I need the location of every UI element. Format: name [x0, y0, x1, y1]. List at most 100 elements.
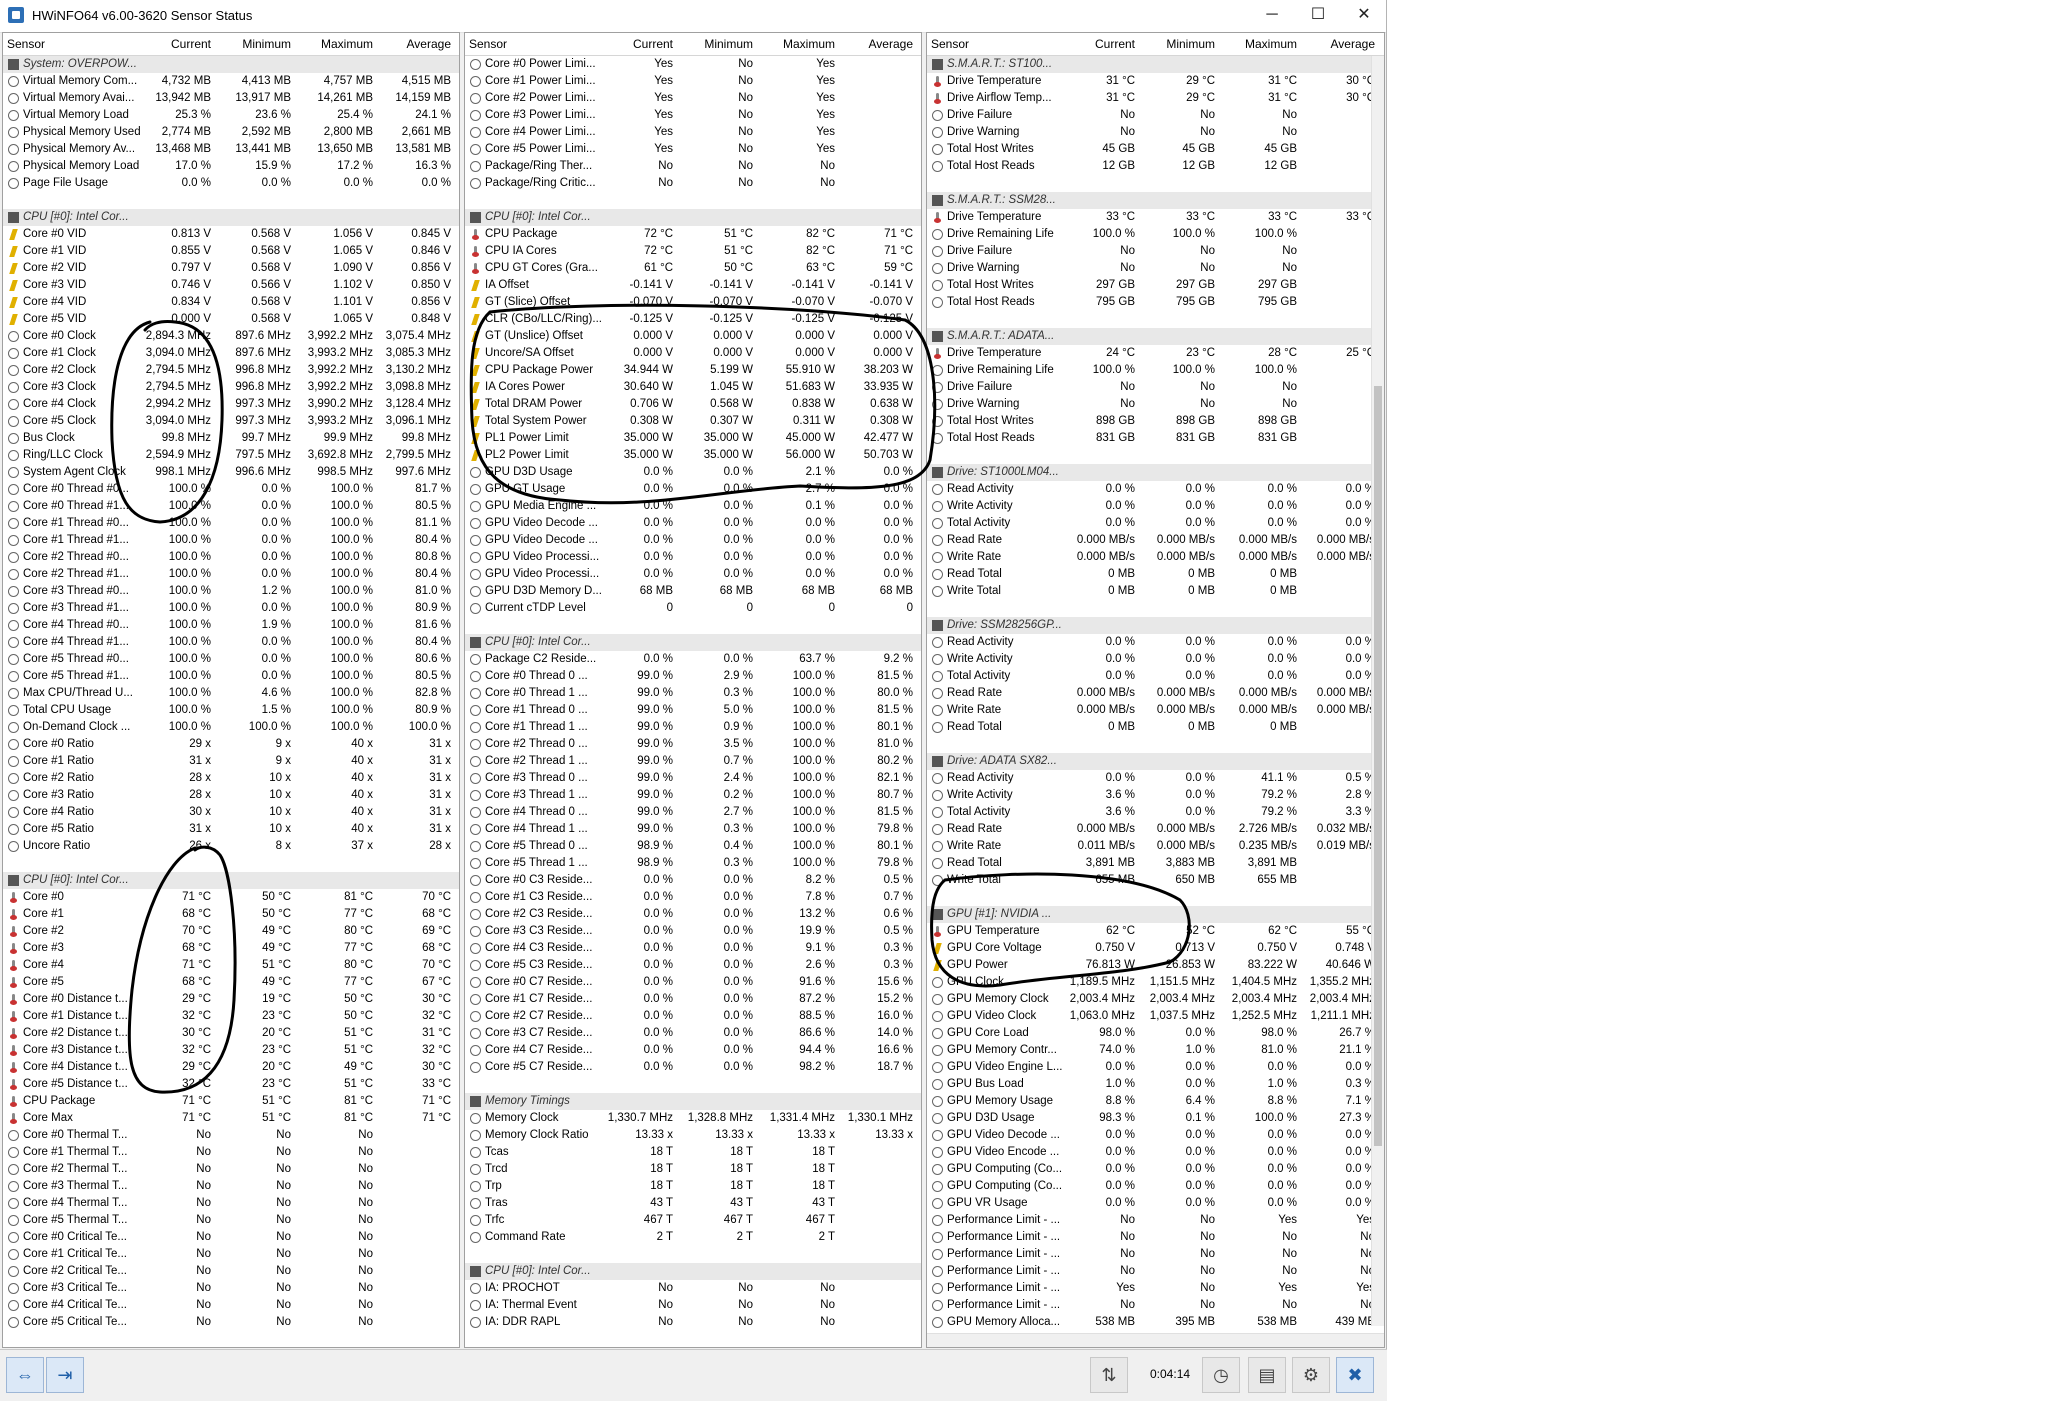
sensor-row[interactable]: Total CPU Usage 100.0 % 1.5 % 100.0 % 80.9 %	[3, 702, 459, 719]
sensor-row[interactable]: Core #3 Ratio 28 x 10 x 40 x 31 x	[3, 787, 459, 804]
sensor-row[interactable]: GPU Computing (Co... 0.0 % 0.0 % 0.0 % 0.0 %	[927, 1161, 1384, 1178]
close-window-button[interactable]: ✕	[1341, 0, 1387, 32]
sensor-row[interactable]: Core #3 Distance t... 32 °C 23 °C 51 °C 32 °…	[3, 1042, 459, 1059]
header-minimum[interactable]: Minimum	[1139, 37, 1215, 51]
sensor-row[interactable]: Core #4 Thermal T... No No No	[3, 1195, 459, 1212]
header-maximum[interactable]: Maximum	[295, 37, 373, 51]
sensor-row[interactable]: Core #2 C7 Reside... 0.0 % 0.0 % 88.5 % 16.0…	[465, 1008, 921, 1025]
sensor-row[interactable]: GPU Video Decode ... 0.0 % 0.0 % 0.0 % 0.0 %	[927, 1127, 1384, 1144]
sensor-row[interactable]: Core #2 VID 0.797 V 0.568 V 1.090 V 0.856 V	[3, 260, 459, 277]
sensor-row[interactable]: GPU Core Voltage 0.750 V 0.713 V 0.750 V 0.7…	[927, 940, 1384, 957]
sensor-row[interactable]: Core #2 Distance t... 30 °C 20 °C 51 °C 31 °…	[3, 1025, 459, 1042]
sensor-row[interactable]: CPU Package 71 °C 51 °C 81 °C 71 °C	[3, 1093, 459, 1110]
sensor-row[interactable]: Core #4 71 °C 51 °C 80 °C 70 °C	[3, 957, 459, 974]
sensor-row[interactable]: IA: PROCHOT No No No	[465, 1280, 921, 1297]
sensor-row[interactable]: Memory Clock Ratio 13.33 x 13.33 x 13.33 x1…	[465, 1127, 921, 1144]
sensor-row[interactable]: Trp 18 T 18 T 18 T	[465, 1178, 921, 1195]
sensor-row[interactable]: Read Rate 0.000 MB/s 0.000 MB/s 0.000 MB/s 0…	[927, 685, 1384, 702]
sensor-row[interactable]: Core #2 C3 Reside... 0.0 % 0.0 % 13.2 % 0.6 …	[465, 906, 921, 923]
sensor-row[interactable]: Drive Temperature 24 °C 23 °C 28 °C 25 °C	[927, 345, 1384, 362]
sensor-row[interactable]: Tcas 18 T 18 T 18 T	[465, 1144, 921, 1161]
sensor-row[interactable]: CPU Package Power 34.944 W 5.199 W 55.910 W…	[465, 362, 921, 379]
sensor-row[interactable]: Write Rate 0.011 MB/s 0.000 MB/s 0.235 MB/s…	[927, 838, 1384, 855]
sensor-row[interactable]: Core #4 Clock 2,994.2 MHz 997.3 MHz 3,990.2…	[3, 396, 459, 413]
sensor-row[interactable]: Performance Limit - ... No No No No	[927, 1263, 1384, 1280]
sensor-row[interactable]: Core #3 C3 Reside... 0.0 % 0.0 % 19.9 % 0.5 …	[465, 923, 921, 940]
header-sensor[interactable]: Sensor	[7, 37, 45, 51]
sensor-row[interactable]: Core #0 71 °C 50 °C 81 °C 70 °C	[3, 889, 459, 906]
sensor-row[interactable]: Drive Warning No No No	[927, 124, 1384, 141]
sensor-row[interactable]: Total Host Reads 795 GB 795 GB 795 GB	[927, 294, 1384, 311]
sensor-row[interactable]: Core #5 Clock 3,094.0 MHz 997.3 MHz 3,993.2…	[3, 413, 459, 430]
sensor-row[interactable]: Core #2 Clock 2,794.5 MHz 996.8 MHz 3,992.2…	[3, 362, 459, 379]
sensor-row[interactable]: IA Offset -0.141 V -0.141 V -0.141 V -0.141 …	[465, 277, 921, 294]
sensor-row[interactable]: Core #3 C7 Reside... 0.0 % 0.0 % 86.6 % 14.0…	[465, 1025, 921, 1042]
sensor-row[interactable]: Core #0 Thermal T... No No No	[3, 1127, 459, 1144]
nav-collapse-button[interactable]: ⇥	[46, 1357, 84, 1393]
sensor-row[interactable]: Package/Ring Ther... No No No	[465, 158, 921, 175]
header-maximum[interactable]: Maximum	[757, 37, 835, 51]
clock-reset-icon[interactable]: ◷	[1202, 1357, 1240, 1393]
sensor-row[interactable]: GPU Power 76.813 W 26.853 W 83.222 W 40.646 …	[927, 957, 1384, 974]
sensor-row[interactable]: Core #0 VID 0.813 V 0.568 V 1.056 V 0.845 V	[3, 226, 459, 243]
sensor-row[interactable]: Performance Limit - ... No No No No	[927, 1297, 1384, 1314]
sensor-row[interactable]: Drive Failure No No No	[927, 243, 1384, 260]
sensor-row[interactable]: Core #3 VID 0.746 V 0.566 V 1.102 V 0.850 V	[3, 277, 459, 294]
sensor-group-header[interactable]: CPU [#0]: Intel Cor...	[465, 209, 921, 226]
sensor-row[interactable]: Core #4 Critical Te... No No No	[3, 1297, 459, 1314]
sensor-row[interactable]: Core #1 Power Limi... Yes No Yes	[465, 73, 921, 90]
sensor-row[interactable]: GPU D3D Memory D... 68 MB 68 MB 68 MB 68 MB	[465, 583, 921, 600]
sensor-row[interactable]: Physical Memory Load 17.0 % 15.9 % 17.2 % 16…	[3, 158, 459, 175]
sensor-row[interactable]: Page File Usage 0.0 % 0.0 % 0.0 % 0.0 %	[3, 175, 459, 192]
sensor-row[interactable]: Drive Failure No No No	[927, 107, 1384, 124]
sensor-row[interactable]: Core #5 Critical Te... No No No	[3, 1314, 459, 1331]
sensor-row[interactable]: GT (Unslice) Offset 0.000 V 0.000 V 0.000 V…	[465, 328, 921, 345]
sensor-row[interactable]: PL1 Power Limit 35.000 W 35.000 W 45.000 W4…	[465, 430, 921, 447]
sensor-row[interactable]: Core #3 Thread #1... 100.0 % 0.0 % 100.0 % 8…	[3, 600, 459, 617]
header-minimum[interactable]: Minimum	[215, 37, 291, 51]
sensor-row[interactable]: Core #1 Distance t... 32 °C 23 °C 50 °C 32 °…	[3, 1008, 459, 1025]
sensor-row[interactable]: GPU D3D Usage 0.0 % 0.0 % 2.1 % 0.0 %	[465, 464, 921, 481]
header-sensor[interactable]: Sensor	[469, 37, 507, 51]
sensor-row[interactable]: Core #3 Thread 0 ... 99.0 % 2.4 % 100.0 % 82…	[465, 770, 921, 787]
header-sensor[interactable]: Sensor	[931, 37, 969, 51]
sensor-row[interactable]: Core #2 Thread #0... 100.0 % 0.0 % 100.0 % 8…	[3, 549, 459, 566]
header-average[interactable]: Average	[1301, 37, 1375, 51]
sensor-row[interactable]: IA: DDR RAPL No No No	[465, 1314, 921, 1331]
sensor-row[interactable]: GPU Video Decode ... 0.0 % 0.0 % 0.0 % 0.0 %	[465, 532, 921, 549]
sensor-row[interactable]: On-Demand Clock ... 100.0 % 100.0 % 100.0 %…	[3, 719, 459, 736]
sensor-row[interactable]: Read Activity 0.0 % 0.0 % 0.0 % 0.0 %	[927, 481, 1384, 498]
sensor-row[interactable]: GPU Bus Load 1.0 % 0.0 % 1.0 % 0.3 %	[927, 1076, 1384, 1093]
sensor-row[interactable]: Physical Memory Used 2,774 MB 2,592 MB 2,80…	[3, 124, 459, 141]
sensor-row[interactable]: Read Activity 0.0 % 0.0 % 41.1 % 0.5 %	[927, 770, 1384, 787]
sensor-row[interactable]: Core #1 Clock 3,094.0 MHz 897.6 MHz 3,993.2…	[3, 345, 459, 362]
sensor-row[interactable]: Tras 43 T 43 T 43 T	[465, 1195, 921, 1212]
sensor-row[interactable]: Read Total 0 MB 0 MB 0 MB	[927, 719, 1384, 736]
sensor-row[interactable]: Core #0 Thread 0 ... 99.0 % 2.9 % 100.0 % 81…	[465, 668, 921, 685]
sensor-row[interactable]: Drive Airflow Temp... 31 °C 29 °C 31 °C 30 °…	[927, 90, 1384, 107]
sensor-group-header[interactable]: CPU [#0]: Intel Cor...	[465, 634, 921, 651]
sensor-row[interactable]: GPU Memory Clock 2,003.4 MHz 2,003.4 MHz 2,…	[927, 991, 1384, 1008]
sensor-group-header[interactable]: S.M.A.R.T.: SSM28...	[927, 192, 1384, 209]
sensor-row[interactable]: Drive Warning No No No	[927, 260, 1384, 277]
sensor-row[interactable]: CPU Package 72 °C 51 °C 82 °C 71 °C	[465, 226, 921, 243]
sensor-row[interactable]: Core #4 C3 Reside... 0.0 % 0.0 % 9.1 % 0.3 %	[465, 940, 921, 957]
sensor-row[interactable]: Max CPU/Thread U... 100.0 % 4.6 % 100.0 % 82…	[3, 685, 459, 702]
sensor-row[interactable]: Core #1 68 °C 50 °C 77 °C 68 °C	[3, 906, 459, 923]
header-average[interactable]: Average	[377, 37, 451, 51]
sensor-row[interactable]: Core #3 Thermal T... No No No	[3, 1178, 459, 1195]
sensor-row[interactable]: Write Activity 0.0 % 0.0 % 0.0 % 0.0 %	[927, 651, 1384, 668]
sensor-row[interactable]: GPU Temperature 62 °C 52 °C 62 °C 55 °C	[927, 923, 1384, 940]
report-icon[interactable]: ▤	[1248, 1357, 1286, 1393]
sensor-row[interactable]: Core #1 Thread #0... 100.0 % 0.0 % 100.0 % 8…	[3, 515, 459, 532]
sensor-row[interactable]: Bus Clock 99.8 MHz 99.7 MHz 99.9 MHz 99.8 MH…	[3, 430, 459, 447]
sensor-row[interactable]: Package C2 Reside... 0.0 % 0.0 % 63.7 % 9.2 …	[465, 651, 921, 668]
sensor-row[interactable]: GPU Video Processi... 0.0 % 0.0 % 0.0 % 0.0 …	[465, 549, 921, 566]
sensor-row[interactable]: Performance Limit - ... No No No No	[927, 1229, 1384, 1246]
sensor-row[interactable]: Core #5 Power Limi... Yes No Yes	[465, 141, 921, 158]
sensor-row[interactable]: GPU GT Usage 0.0 % 0.0 % 2.7 % 0.0 %	[465, 481, 921, 498]
sensor-row[interactable]: Core #4 Power Limi... Yes No Yes	[465, 124, 921, 141]
sensor-row[interactable]: Write Rate 0.000 MB/s 0.000 MB/s 0.000 MB/s…	[927, 549, 1384, 566]
sensor-row[interactable]: Core #0 Clock 2,894.3 MHz 897.6 MHz 3,992.2…	[3, 328, 459, 345]
sensor-row[interactable]: GPU Clock 1,189.5 MHz 1,151.5 MHz 1,404.5 M…	[927, 974, 1384, 991]
